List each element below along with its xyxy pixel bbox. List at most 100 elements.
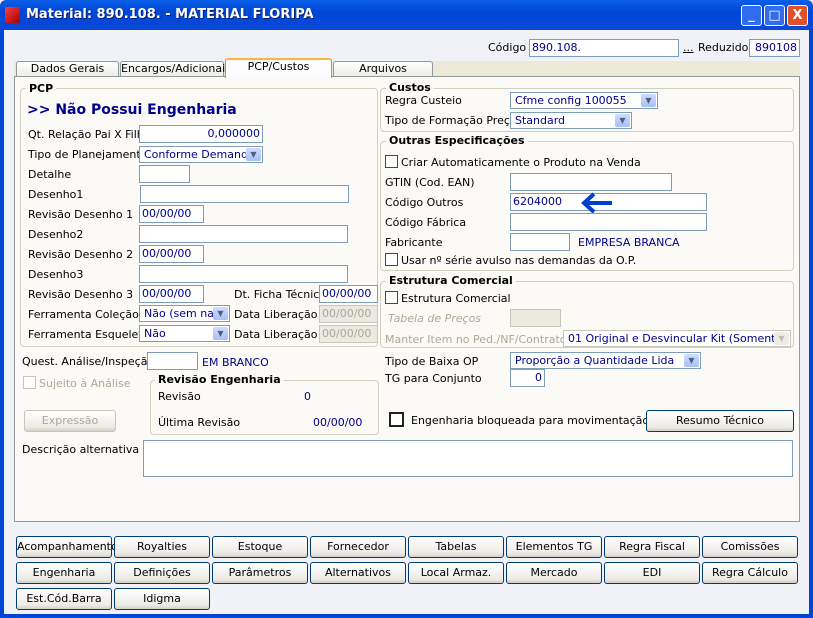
resumo-tecnico-button[interactable]: Resumo Técnico xyxy=(646,410,794,432)
reduzido-input[interactable]: 890108 xyxy=(749,39,800,57)
gtin-input[interactable] xyxy=(510,173,672,191)
button-mercado[interactable]: Mercado xyxy=(506,562,602,584)
criar-checkbox[interactable] xyxy=(385,155,398,168)
rev3-input[interactable]: 00/00/00 xyxy=(139,285,204,303)
manter-item-label: Manter Item no Ped./NF/Contratos xyxy=(385,333,573,346)
revisao-value: 0 xyxy=(304,390,311,403)
button-para-metros[interactable]: Parâmetros xyxy=(212,562,308,584)
quest-status: EM BRANCO xyxy=(202,356,269,369)
button-est-co-d-barra[interactable]: Est.Cód.Barra xyxy=(16,588,112,610)
outras-legend: Outras Especificações xyxy=(386,134,528,147)
select-value: Proporção a Quantidade Lida xyxy=(515,354,675,367)
codigo-lookup-button[interactable]: ... xyxy=(683,41,694,54)
button-royalties[interactable]: Royalties xyxy=(114,536,210,558)
desenho1-input[interactable] xyxy=(140,185,349,203)
cod-outros-label: Código Outros xyxy=(385,196,464,209)
tab-pcp-custos[interactable]: PCP/Custos xyxy=(225,58,332,78)
button-fornecedor[interactable]: Fornecedor xyxy=(310,536,406,558)
engineering-status: >> Não Possui Engenharia xyxy=(27,102,237,118)
button-regra-ca-lculo[interactable]: Regra Cálculo xyxy=(702,562,798,584)
desenho2-input[interactable] xyxy=(139,225,348,243)
serie-label: Usar nº série avulso nas demandas da O.P… xyxy=(401,254,637,267)
window-title: Material: 890.108. - MATERIAL FLORIPA xyxy=(26,7,314,22)
button-definic-o-es[interactable]: Definições xyxy=(114,562,210,584)
minimize-button[interactable]: _ xyxy=(741,5,762,26)
ultima-revisao-label: Última Revisão xyxy=(158,416,241,429)
detalhe-input[interactable] xyxy=(139,165,190,183)
cod-fabrica-input[interactable] xyxy=(510,213,707,231)
qt-label: Qt. Relação Pai X Filho xyxy=(28,128,151,141)
gtin-label: GTIN (Cod. EAN) xyxy=(385,176,475,189)
tabela-precos-label: Tabela de Preços xyxy=(388,312,482,325)
select-value: Standard xyxy=(515,114,566,127)
criar-label: Criar Automaticamente o Produto na Venda xyxy=(401,156,641,169)
tab-dados-gerais[interactable]: Dados Gerais xyxy=(16,61,119,77)
maximize-button[interactable]: □ xyxy=(764,5,785,26)
tg-label: TG para Conjunto xyxy=(385,372,482,385)
tab-encargos-adicionais[interactable]: Encargos/Adicionais xyxy=(120,61,231,77)
baixa-select[interactable]: Proporção a Quantidade Lida ▼ xyxy=(510,352,701,369)
fabricante-label: Fabricante xyxy=(385,236,443,249)
rev2-input[interactable]: 00/00/00 xyxy=(139,245,204,263)
ferr-esqueleto-select[interactable]: Não ▼ xyxy=(139,325,230,342)
button-estoque[interactable]: Estoque xyxy=(212,536,308,558)
chevron-down-icon: ▼ xyxy=(774,332,789,345)
select-value: Não xyxy=(144,327,166,340)
desenho2-label: Desenho2 xyxy=(28,228,84,241)
button-comisso-es[interactable]: Comissões xyxy=(702,536,798,558)
tabela-precos-input xyxy=(510,309,561,327)
qt-input[interactable]: 0,000000 xyxy=(139,125,263,143)
select-value: Cfme config 100055 xyxy=(515,94,627,107)
quest-input[interactable] xyxy=(147,352,198,370)
bloqueada-checkbox[interactable] xyxy=(389,412,404,427)
rev1-label: Revisão Desenho 1 xyxy=(28,208,134,221)
button-tabelas[interactable]: Tabelas xyxy=(408,536,504,558)
lib1-label: Data Liberação xyxy=(234,308,318,321)
tipo-planejamento-label: Tipo de Planejamento xyxy=(28,148,148,161)
baixa-label: Tipo de Baixa OP xyxy=(385,355,479,368)
fabricante-input[interactable] xyxy=(510,233,570,251)
tg-input[interactable]: 0 xyxy=(510,369,545,387)
desenho3-label: Desenho3 xyxy=(28,268,84,281)
descricao-textarea[interactable] xyxy=(143,440,793,477)
chevron-down-icon: ▼ xyxy=(684,354,699,367)
ficha-input[interactable]: 00/00/00 xyxy=(319,285,378,303)
serie-checkbox[interactable] xyxy=(385,253,398,266)
sujeito-label: Sujeito à Análise xyxy=(39,377,131,390)
button-edi[interactable]: EDI xyxy=(604,562,700,584)
regra-custeio-label: Regra Custeio xyxy=(385,94,462,107)
ferr-colecao-select[interactable]: Não (sem nav ▼ xyxy=(139,305,230,322)
button-acompanhamento[interactable]: Acompanhamento xyxy=(16,536,118,558)
codigo-input[interactable]: 890.108. xyxy=(529,39,679,57)
button-local-armaz[interactable]: Local Armaz. xyxy=(408,562,504,584)
descricao-label: Descrição alternativa xyxy=(22,443,140,456)
chevron-down-icon: ▼ xyxy=(213,327,228,340)
app-logo-icon xyxy=(5,7,20,23)
tipo-formacao-label: Tipo de Formação Preços xyxy=(385,114,523,127)
regra-custeio-select[interactable]: Cfme config 100055 ▼ xyxy=(510,92,658,109)
lib1-input: 00/00/00 xyxy=(319,305,378,323)
estrutura-checkbox[interactable] xyxy=(385,291,398,304)
button-elementos-tg[interactable]: Elementos TG xyxy=(506,536,602,558)
button-engenharia[interactable]: Engenharia xyxy=(16,562,112,584)
ultima-revisao-value: 00/00/00 xyxy=(313,416,363,429)
button-idigma[interactable]: Idigma xyxy=(114,588,210,610)
tab-arquivos[interactable]: Arquivos xyxy=(333,61,433,77)
rev3-label: Revisão Desenho 3 xyxy=(28,288,134,301)
pcp-legend: PCP xyxy=(26,82,57,95)
manter-item-select: 01 Original e Desvincular Kit (Somente N… xyxy=(563,330,791,347)
tipo-planejamento-select[interactable]: Conforme Demanda ▼ xyxy=(139,146,263,163)
close-button[interactable]: X xyxy=(787,5,808,26)
cod-fabrica-label: Código Fábrica xyxy=(385,216,467,229)
ferr-esqueleto-label: Ferramenta Esqueleto xyxy=(28,328,150,341)
desenho3-input[interactable] xyxy=(139,265,348,283)
revisao-legend: Revisão Engenharia xyxy=(155,373,284,386)
desenho1-label: Desenho1 xyxy=(28,188,84,201)
tipo-formacao-select[interactable]: Standard ▼ xyxy=(510,112,632,129)
chevron-down-icon: ▼ xyxy=(246,148,261,161)
quest-label: Quest. Análise/Inspeção xyxy=(22,355,155,368)
button-alternativos[interactable]: Alternativos xyxy=(310,562,406,584)
custos-legend: Custos xyxy=(386,81,434,94)
button-regra-fiscal[interactable]: Regra Fiscal xyxy=(604,536,700,558)
rev1-input[interactable]: 00/00/00 xyxy=(139,205,204,223)
